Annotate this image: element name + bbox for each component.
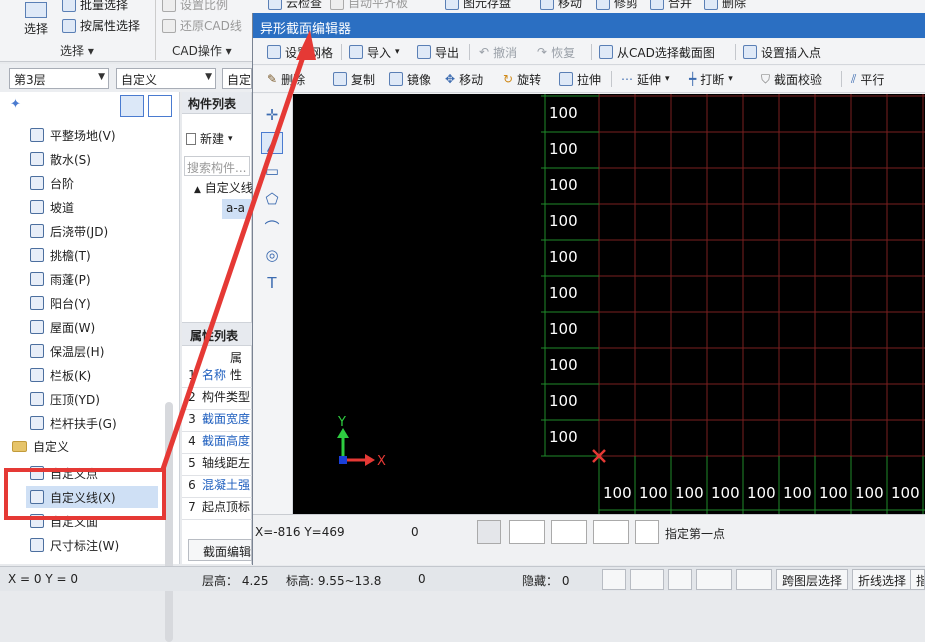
annotation-arrow <box>159 47 309 473</box>
status-coords: X = 0 Y = 0 <box>8 572 79 586</box>
snap-status-icon[interactable] <box>630 569 664 590</box>
arrow-head-icon <box>296 30 316 60</box>
offset-status-icon[interactable] <box>736 569 772 590</box>
highlight-box <box>4 468 166 520</box>
status-floor-height: 层高： 4.25 <box>202 574 269 588</box>
angle-status-icon[interactable] <box>696 569 732 590</box>
status-hidden: 隐藏： 0 <box>522 574 570 588</box>
cross-status-icon[interactable] <box>668 569 692 590</box>
status-zero: 0 <box>418 572 426 586</box>
specify-button[interactable]: 指定 <box>910 569 925 590</box>
cross-floor-select-button[interactable]: 跨图层选择 <box>776 569 849 590</box>
main-status-bar: X = 0 Y = 0 层高： 4.25 标高: 9.55~13.8 0 隐藏：… <box>0 566 925 591</box>
polyline-select-button[interactable]: 折线选择 <box>852 569 913 590</box>
ortho-status-icon[interactable] <box>602 569 626 590</box>
annotation-overlay <box>4 30 316 520</box>
status-elevation: 标高: 9.55~13.8 <box>286 574 382 588</box>
